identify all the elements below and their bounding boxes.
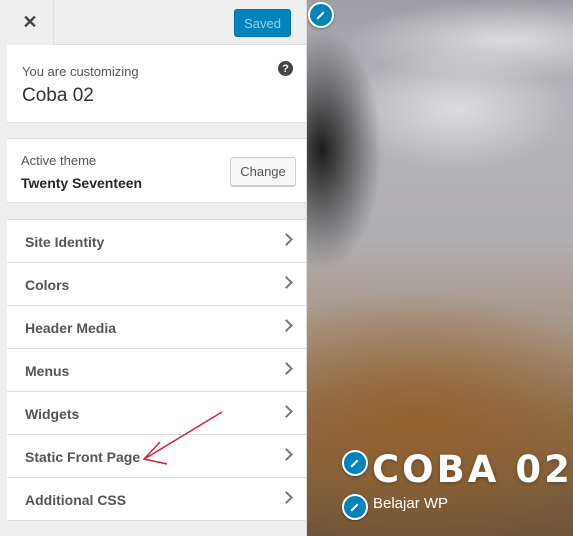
customize-info: You are customizing Coba 02 ? <box>7 45 306 123</box>
chevron-right-icon <box>280 448 293 461</box>
customizing-label: You are customizing <box>22 64 139 79</box>
section-additional-css[interactable]: Additional CSS <box>7 478 306 521</box>
active-theme-name: Twenty Seventeen <box>21 175 143 191</box>
section-site-identity[interactable]: Site Identity <box>7 220 306 263</box>
customizer-header: ✕ Saved <box>7 0 306 45</box>
section-label: Menus <box>25 363 70 379</box>
site-name-title: Coba 02 <box>22 85 94 106</box>
edit-tagline-button[interactable] <box>342 494 368 520</box>
site-tagline: Belajar WP <box>373 495 449 512</box>
customizer-sections: Site Identity Colors Header Media Menus … <box>7 219 306 521</box>
section-label: Header Media <box>25 320 117 336</box>
section-widgets[interactable]: Widgets <box>7 392 306 435</box>
active-theme-box: Active theme Twenty Seventeen Change <box>7 138 306 203</box>
chevron-right-icon <box>280 362 293 375</box>
help-icon[interactable]: ? <box>278 61 293 76</box>
site-title[interactable]: COBA 02 <box>372 448 573 491</box>
customizer-sidebar: ✕ Saved You are customizing Coba 02 ? Ac… <box>0 0 307 536</box>
customizer-panel: ✕ Saved You are customizing Coba 02 ? Ac… <box>7 0 306 536</box>
close-icon: ✕ <box>22 12 38 32</box>
section-label: Colors <box>25 277 70 293</box>
edit-shortcut-button[interactable] <box>308 2 334 28</box>
chevron-right-icon <box>280 233 293 246</box>
chevron-right-icon <box>280 319 293 332</box>
saved-button[interactable]: Saved <box>234 9 291 37</box>
chevron-right-icon <box>280 276 293 289</box>
pencil-icon <box>350 503 359 512</box>
chevron-right-icon <box>280 405 293 418</box>
section-label: Site Identity <box>25 234 105 250</box>
pencil-icon <box>316 11 325 20</box>
section-header-media[interactable]: Header Media <box>7 306 306 349</box>
section-colors[interactable]: Colors <box>7 263 306 306</box>
chevron-right-icon <box>280 491 293 504</box>
pencil-icon <box>350 459 359 468</box>
section-label: Additional CSS <box>25 492 127 508</box>
section-menus[interactable]: Menus <box>7 349 306 392</box>
close-button[interactable]: ✕ <box>7 0 54 45</box>
change-theme-button[interactable]: Change <box>230 157 296 186</box>
section-label: Widgets <box>25 406 80 422</box>
active-theme-label: Active theme <box>21 153 97 168</box>
edit-site-title-button[interactable] <box>342 450 368 476</box>
section-label: Static Front Page <box>25 449 141 465</box>
section-static-front-page[interactable]: Static Front Page <box>7 435 306 478</box>
